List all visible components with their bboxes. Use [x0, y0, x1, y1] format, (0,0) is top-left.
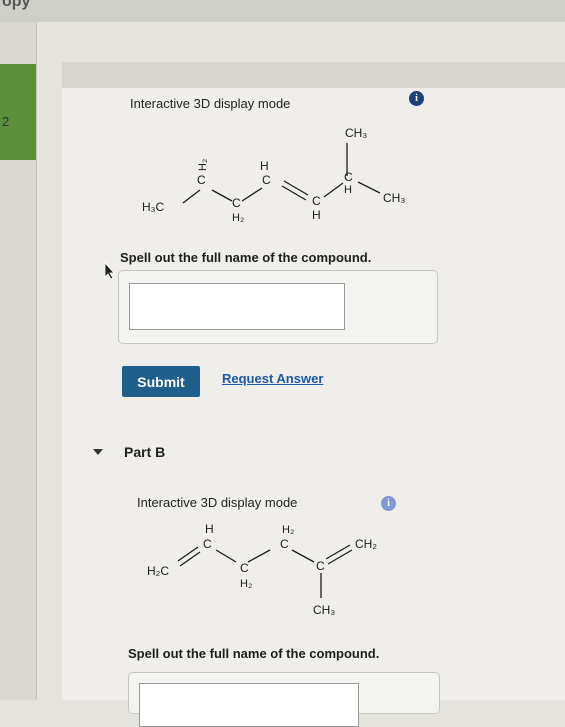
answer-input-a[interactable] [129, 283, 345, 330]
label-b-c4: C [316, 559, 325, 573]
chevron-down-icon[interactable] [93, 449, 103, 455]
label-h2-left: H₂ [197, 159, 209, 171]
structure-a: CH₃ H₂ C H C H₃C C H₂ C H C H CH₃ [142, 126, 405, 224]
label-h-bottom: H [312, 208, 321, 222]
label-h-right: H [344, 184, 352, 196]
label-b-c3: C [280, 537, 289, 551]
answer-box-a [118, 270, 438, 344]
label-c5: C [344, 170, 353, 184]
label-h-mid: H [260, 159, 269, 173]
label-b-c1: C [203, 537, 212, 551]
label-b-h2-bottom: H₂ [240, 578, 252, 590]
label-h2c: H₂C [147, 564, 169, 578]
structure-b: H C H₂ C H₂C C H₂ C CH₂ CH₃ [147, 522, 377, 617]
label-h2-top: H₂ [282, 524, 294, 536]
label-c4: C [312, 194, 321, 208]
submit-button[interactable]: Submit [122, 366, 200, 397]
answer-input-b[interactable] [139, 683, 359, 727]
label-ch3-bottom: CH₃ [313, 603, 335, 617]
label-ch3-right: CH₃ [383, 191, 405, 205]
label-ch3-top: CH₃ [345, 126, 367, 140]
mouse-cursor-icon [104, 262, 115, 280]
label-c1: C [197, 173, 206, 187]
label-h3c: H₃C [142, 200, 165, 214]
label-c2: C [232, 196, 241, 210]
label-h2-bottom: H₂ [232, 212, 244, 224]
label-h-top: H [205, 522, 214, 536]
request-answer-link[interactable]: Request Answer [222, 371, 323, 386]
label-ch2-right: CH₂ [355, 537, 377, 551]
answer-box-b [128, 672, 440, 727]
question-text-a: Spell out the full name of the compound. [120, 250, 372, 265]
label-c3: C [262, 173, 271, 187]
question-text-b: Spell out the full name of the compound. [128, 646, 380, 661]
label-b-c2: C [240, 561, 249, 575]
part-b-title[interactable]: Part B [124, 444, 165, 460]
